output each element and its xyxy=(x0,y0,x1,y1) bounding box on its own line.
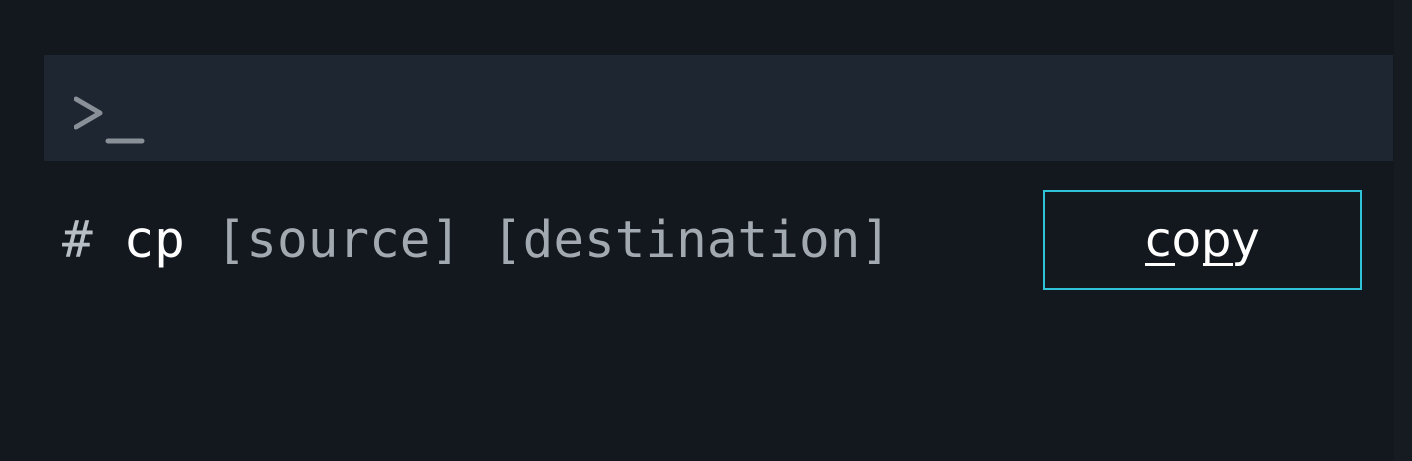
command-name: cp xyxy=(123,211,185,270)
right-edge-strip xyxy=(1394,0,1412,461)
shortcut-underline xyxy=(1144,263,1175,266)
command-example: # cp [source] [destination] xyxy=(62,206,891,276)
shortcut-underline xyxy=(1203,263,1234,266)
prompt-bar xyxy=(44,55,1393,161)
command-prefix: # xyxy=(62,211,93,270)
terminal-prompt-icon xyxy=(74,96,145,144)
copy-button-label: copy xyxy=(1144,212,1260,268)
command-arguments: [source] [destination] xyxy=(215,211,892,270)
copy-button[interactable]: copy xyxy=(1043,190,1362,290)
terminal-panel: # cp [source] [destination] copy xyxy=(0,0,1412,461)
